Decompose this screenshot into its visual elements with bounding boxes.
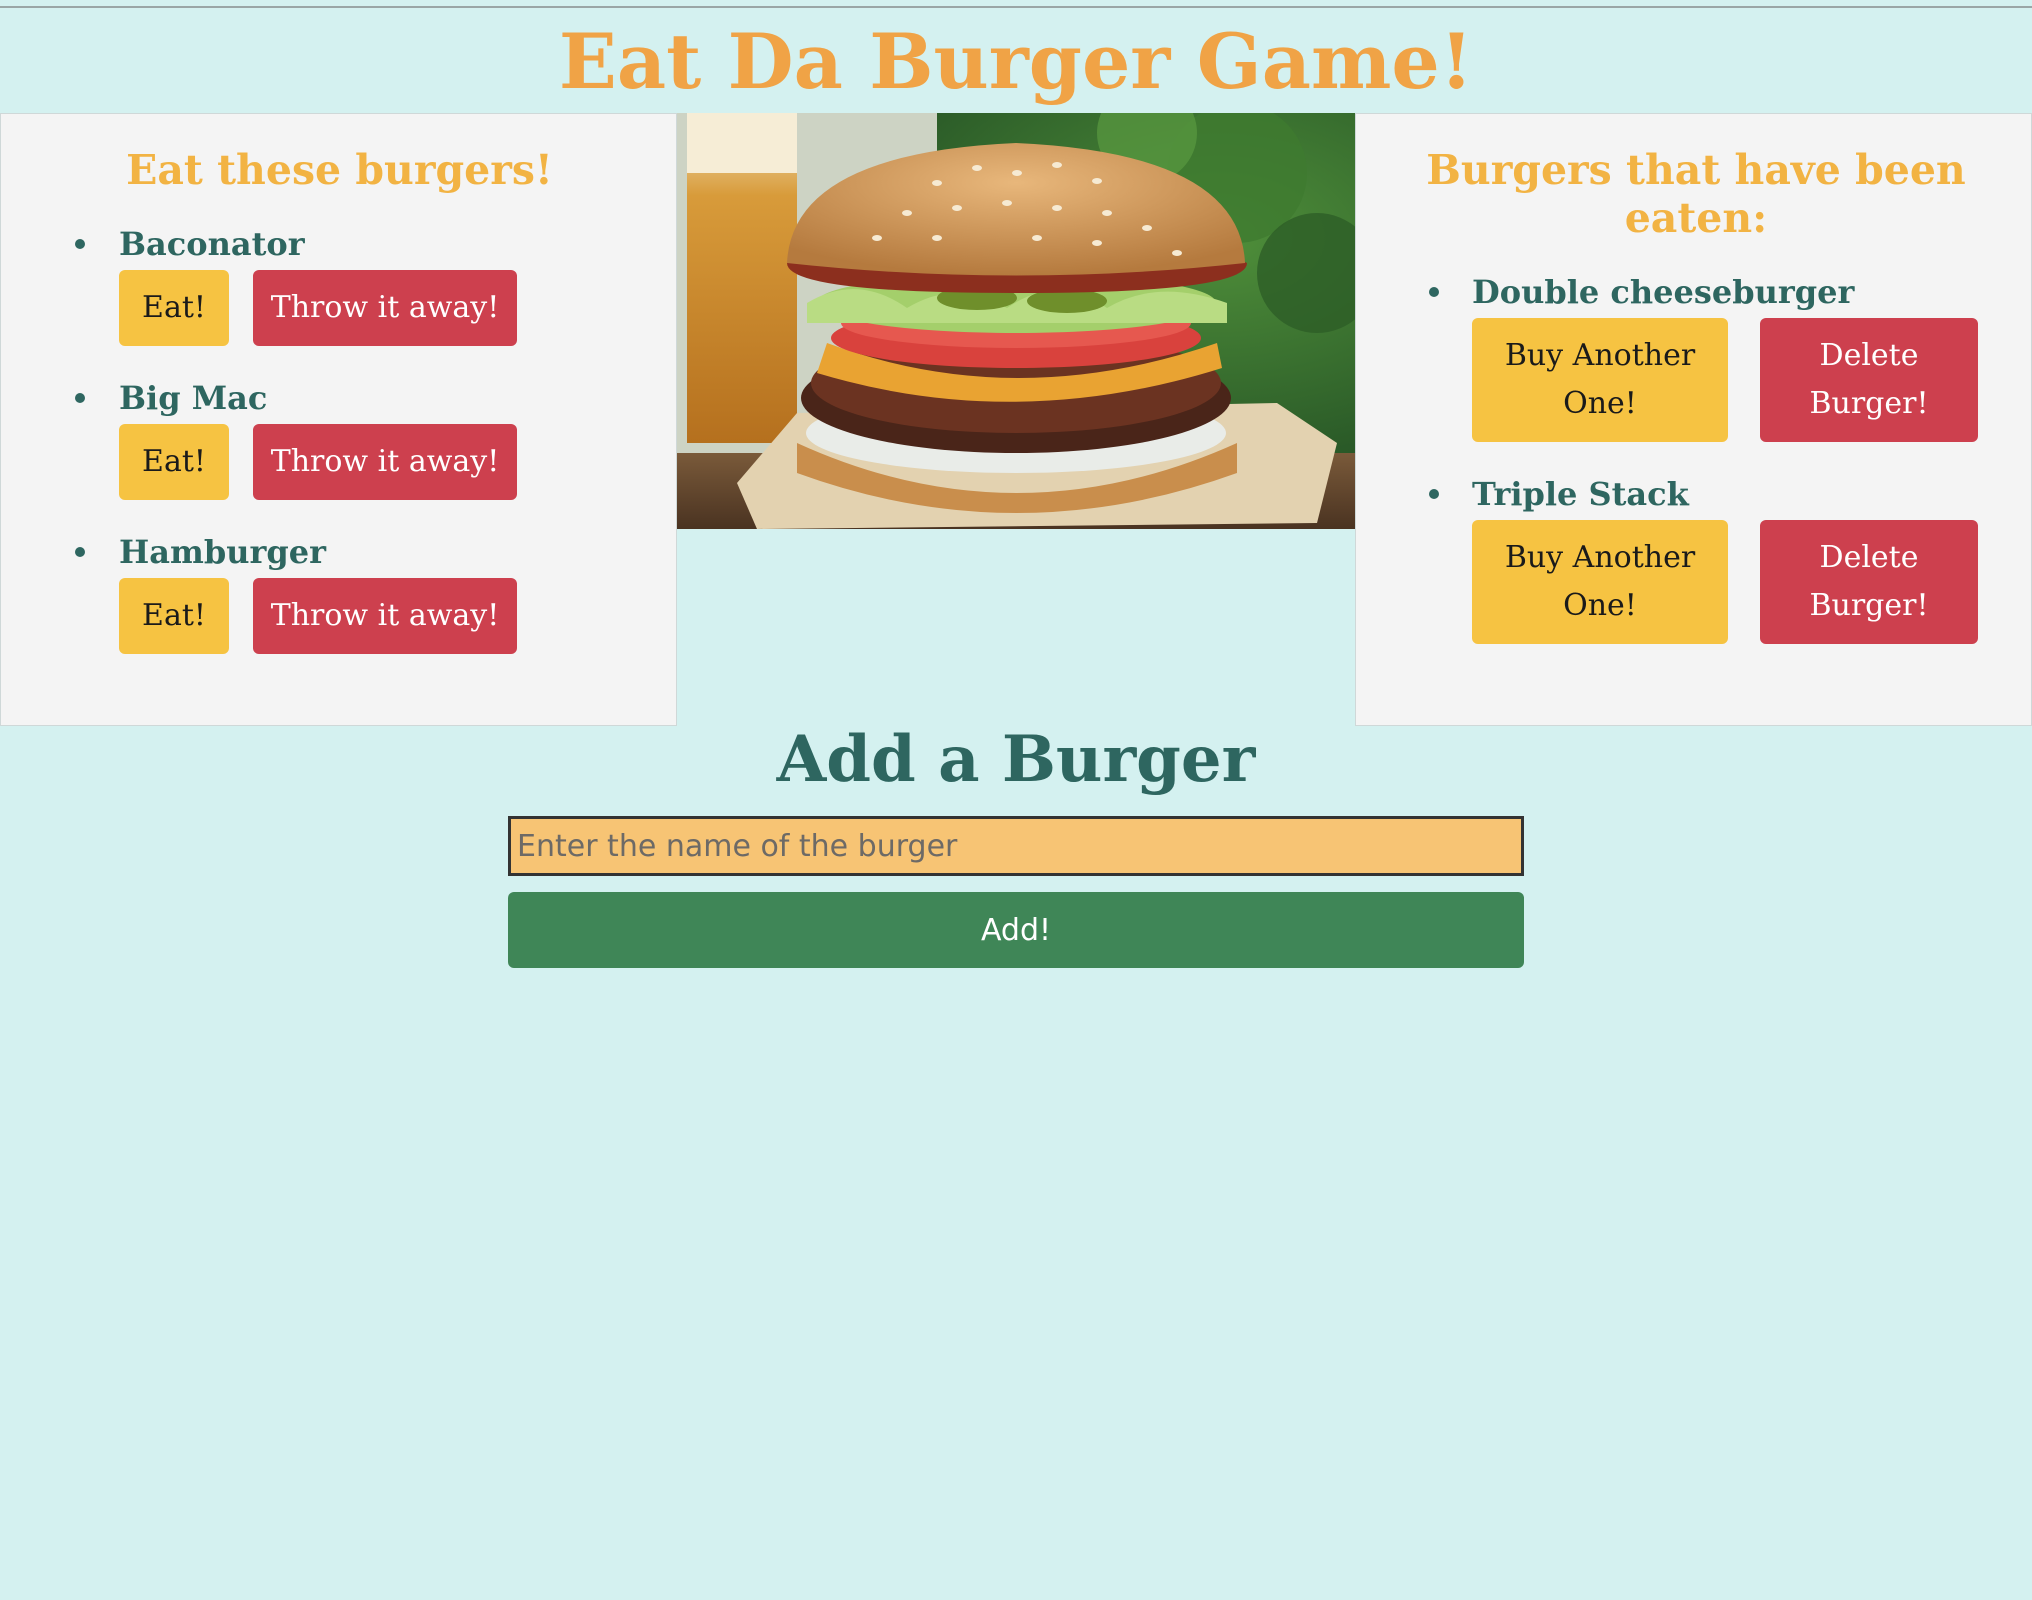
- eat-button[interactable]: Eat!: [119, 424, 229, 500]
- burger-name: Double cheeseburger: [1472, 273, 1855, 311]
- bullet-icon: [1429, 489, 1439, 499]
- buy-another-button[interactable]: Buy Another One!: [1472, 318, 1728, 442]
- burger-name: Big Mac: [119, 379, 268, 417]
- add-button[interactable]: Add!: [508, 892, 1524, 968]
- page-title: Eat Da Burger Game!: [558, 17, 1474, 106]
- delete-burger-button[interactable]: Delete Burger!: [1760, 520, 1978, 644]
- delete-label-line2: Burger!: [1809, 588, 1929, 623]
- throw-away-button[interactable]: Throw it away!: [253, 424, 517, 500]
- buy-another-button[interactable]: Buy Another One!: [1472, 520, 1728, 644]
- bullet-icon: [1429, 287, 1439, 297]
- add-burger-heading: Add a Burger: [776, 722, 1256, 797]
- delete-label-line2: Burger!: [1809, 386, 1929, 421]
- eat-button[interactable]: Eat!: [119, 270, 229, 346]
- burger-name-input[interactable]: [508, 816, 1524, 876]
- buy-another-label-line2: One!: [1563, 386, 1637, 421]
- burger-name: Triple Stack: [1472, 475, 1689, 513]
- top-border: [0, 6, 2032, 8]
- throw-away-button[interactable]: Throw it away!: [253, 578, 517, 654]
- uneaten-heading: Eat these burgers!: [126, 146, 553, 194]
- burger-name: Hamburger: [119, 533, 326, 571]
- delete-label-line1: Delete: [1819, 540, 1919, 575]
- eaten-burgers-panel: Burgers that have been eaten: Double che…: [1355, 113, 2032, 726]
- buy-another-label-line1: Buy Another: [1504, 540, 1696, 575]
- eat-button[interactable]: Eat!: [119, 578, 229, 654]
- buy-another-label-line1: Buy Another: [1504, 338, 1696, 373]
- uneaten-burgers-panel: Eat these burgers! Baconator Eat! Throw …: [0, 113, 677, 726]
- delete-burger-button[interactable]: Delete Burger!: [1760, 318, 1978, 442]
- burger-image: [677, 113, 1355, 529]
- bullet-icon: [75, 239, 85, 249]
- burger-image-panel: [677, 113, 1355, 726]
- throw-away-button[interactable]: Throw it away!: [253, 270, 517, 346]
- bullet-icon: [75, 547, 85, 557]
- eaten-heading: Burgers that have been eaten:: [1426, 146, 1966, 242]
- buy-another-label-line2: One!: [1563, 588, 1637, 623]
- burger-name: Baconator: [119, 225, 305, 263]
- bullet-icon: [75, 393, 85, 403]
- delete-label-line1: Delete: [1819, 338, 1919, 373]
